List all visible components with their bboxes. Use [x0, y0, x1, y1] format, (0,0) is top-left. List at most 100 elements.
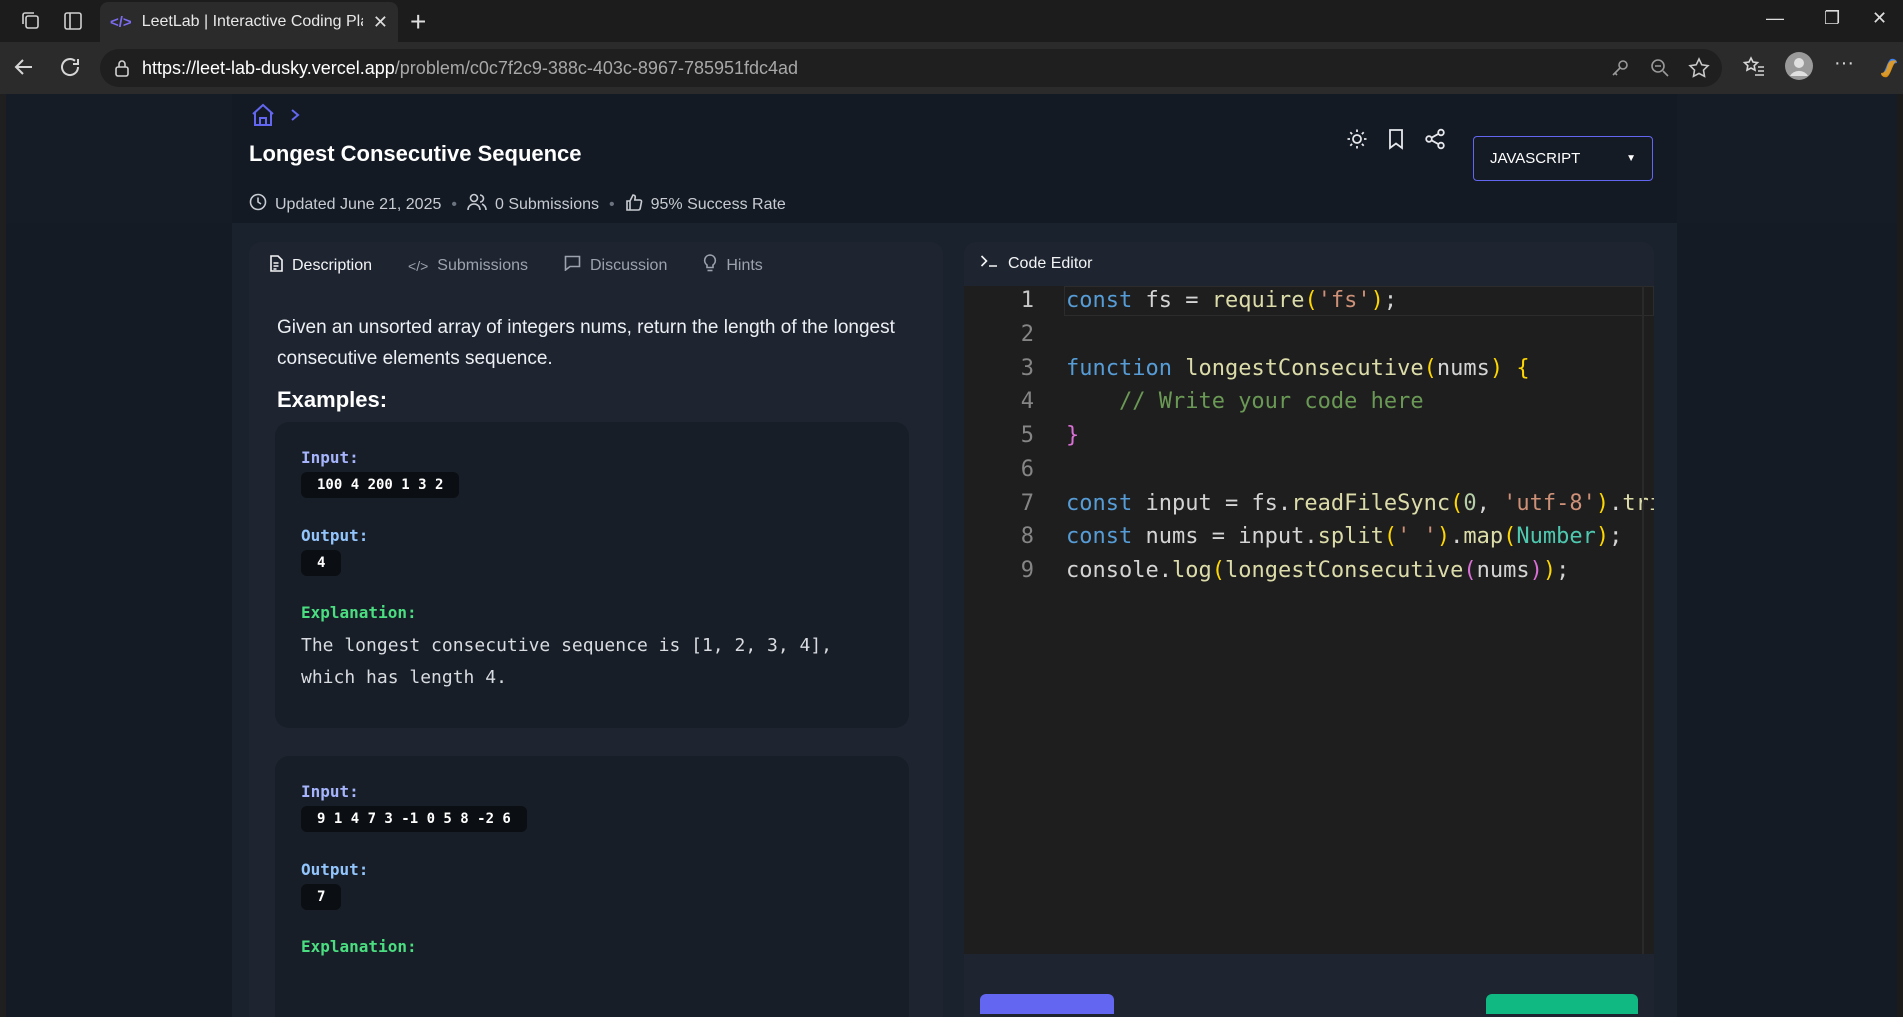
close-window-button[interactable]: ✕: [1872, 8, 1887, 29]
output-label: Output:: [301, 860, 369, 879]
url-path: /problem/c0c7f2c9-388c-403c-8967-785951f…: [394, 57, 799, 78]
line-number: 2: [1020, 322, 1034, 347]
clock-icon: [249, 193, 267, 216]
editor-scrollbar[interactable]: [1642, 286, 1644, 954]
favorites-icon[interactable]: [1742, 55, 1766, 84]
input-label: Input:: [301, 782, 359, 801]
examples-heading: Examples:: [277, 387, 388, 412]
bookmark-icon[interactable]: [1386, 128, 1406, 155]
vertical-tabs-icon[interactable]: [58, 6, 88, 36]
tab-label: Description: [292, 256, 373, 274]
example-input: 100 4 200 1 3 2: [301, 472, 460, 498]
problem-toolbar: [1346, 128, 1446, 155]
line-number: 5: [1020, 423, 1034, 448]
problem-tabs: Description </> Submissions Discussion H…: [269, 254, 763, 277]
restore-button[interactable]: ❐: [1824, 8, 1840, 29]
code-line: }: [1066, 423, 1080, 448]
code-line: const nums = input.split(' ').map(Number…: [1066, 524, 1623, 549]
code-line: const fs = require('fs');: [1066, 288, 1398, 313]
code-line: function longestConsecutive(nums) {: [1066, 356, 1530, 381]
language-select[interactable]: JAVASCRIPT ▼: [1473, 136, 1653, 181]
meta-separator: •: [609, 195, 615, 213]
breadcrumb: [250, 102, 300, 133]
favorite-star-icon[interactable]: [1688, 57, 1710, 84]
new-tab-button[interactable]: +: [410, 6, 426, 38]
updated-date: Updated June 21, 2025: [275, 195, 442, 213]
code-line: const input = fs.readFileSync(0, 'utf-8'…: [1066, 491, 1654, 516]
workspaces-icon[interactable]: [16, 6, 46, 36]
run-code-button[interactable]: [980, 994, 1114, 1014]
minimize-button[interactable]: —: [1766, 8, 1784, 29]
explanation-label: Explanation:: [301, 603, 417, 622]
meta-separator: •: [451, 195, 457, 213]
tab-label: Submissions: [437, 256, 528, 274]
document-icon: [269, 254, 283, 277]
code-line: // Write your code here: [1118, 389, 1424, 414]
output-label: Output:: [301, 526, 369, 545]
sun-icon[interactable]: [1346, 128, 1368, 155]
home-icon[interactable]: [250, 102, 276, 133]
line-number: 8: [1020, 524, 1034, 549]
code-line: console.log(longestConsecutive(nums));: [1066, 558, 1570, 583]
chat-icon: [564, 255, 581, 276]
submit-button[interactable]: [1486, 994, 1638, 1014]
code-text[interactable]: const fs = require('fs'); function longe…: [1066, 286, 1654, 954]
reload-icon[interactable]: [58, 55, 82, 84]
lock-icon: [114, 59, 130, 82]
editor-header: Code Editor: [980, 254, 1093, 273]
input-label: Input:: [301, 448, 359, 467]
editor-title: Code Editor: [1008, 254, 1093, 272]
code-icon: </>: [408, 257, 429, 274]
line-number: 3: [1020, 356, 1034, 381]
users-icon: [467, 193, 487, 216]
tab-label: Discussion: [589, 256, 668, 274]
page-title: Longest Consecutive Sequence: [249, 141, 582, 166]
tab-label: Hints: [726, 256, 763, 274]
close-tab-icon[interactable]: ✕: [373, 12, 388, 33]
more-menu-icon[interactable]: ···: [1834, 52, 1854, 75]
line-number: 6: [1020, 457, 1034, 482]
code-editor[interactable]: 1 2 3 4 5 6 7 8 9 const fs = require('fs…: [964, 286, 1654, 954]
problem-panel: Description </> Submissions Discussion H…: [249, 242, 943, 1017]
key-icon[interactable]: [1610, 58, 1630, 83]
tab-title: LeetLab | Interactive Coding Platform: [141, 13, 363, 30]
line-number: 4: [1020, 389, 1034, 414]
browser-toolbar: https://leet-lab-dusky.vercel.app/proble…: [0, 42, 1903, 94]
page-scrollbar[interactable]: [1897, 94, 1903, 1017]
lightbulb-icon: [703, 254, 717, 277]
line-number: 7: [1020, 491, 1034, 516]
example-output: 7: [301, 884, 342, 910]
example-card: Input: 100 4 200 1 3 2 Output: 4 Explana…: [275, 422, 909, 728]
example-card: Input: 9 1 4 7 3 -1 0 5 8 -2 6 Output: 7…: [275, 756, 909, 1017]
line-number: 1: [1020, 288, 1034, 313]
chevron-down-icon: ▼: [1626, 153, 1636, 164]
tab-submissions[interactable]: </> Submissions: [408, 254, 528, 277]
line-number: 9: [1020, 558, 1034, 583]
back-icon[interactable]: [12, 55, 36, 84]
tab-hints[interactable]: Hints: [703, 254, 763, 277]
tab-discussion[interactable]: Discussion: [564, 254, 667, 277]
tab-description[interactable]: Description: [269, 254, 372, 277]
chevron-right-icon: [290, 108, 300, 127]
profile-avatar[interactable]: [1784, 51, 1814, 86]
success-rate: 95% Success Rate: [650, 195, 786, 213]
browser-tab-bar: </> LeetLab | Interactive Coding Platfor…: [0, 0, 1903, 42]
example-explanation: The longest consecutive sequence is [1, …: [301, 635, 833, 688]
language-value: JAVASCRIPT: [1490, 150, 1581, 167]
example-output: 4: [301, 550, 342, 576]
url-host: https://leet-lab-dusky.vercel.app: [142, 57, 395, 78]
problem-description: Given an unsorted array of integers nums…: [277, 317, 895, 369]
example-input: 9 1 4 7 3 -1 0 5 8 -2 6: [301, 806, 527, 832]
editor-footer: [964, 962, 1654, 1017]
explanation-label: Explanation:: [301, 937, 417, 956]
address-bar[interactable]: https://leet-lab-dusky.vercel.app/proble…: [100, 49, 1722, 87]
zoom-icon[interactable]: [1650, 58, 1670, 83]
share-icon[interactable]: [1424, 128, 1446, 155]
submission-count: 0 Submissions: [494, 195, 600, 213]
browser-tab-active[interactable]: </> LeetLab | Interactive Coding Platfor…: [100, 2, 398, 42]
terminal-icon: [980, 254, 998, 273]
copilot-icon[interactable]: [1876, 55, 1902, 86]
site-favicon-icon: </>: [110, 13, 132, 31]
page: Longest Consecutive Sequence Updated Jun…: [6, 94, 1899, 1017]
thumbs-up-icon: [625, 193, 643, 216]
